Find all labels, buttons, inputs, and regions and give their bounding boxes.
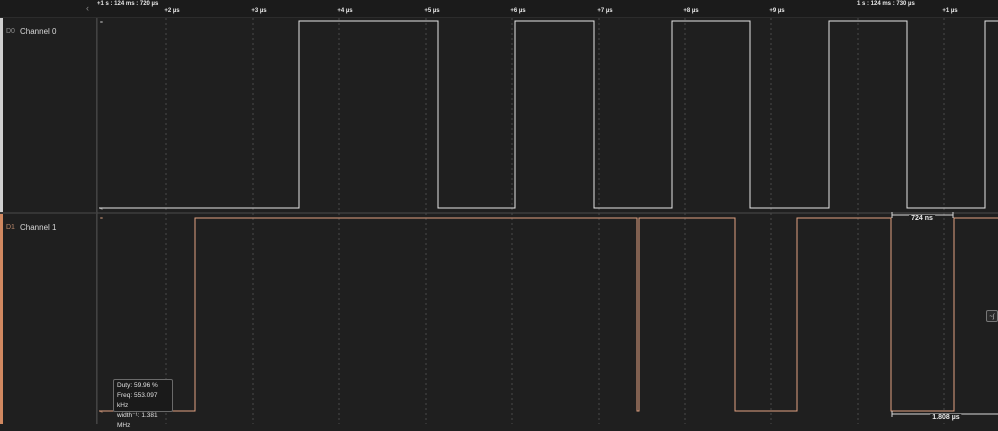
duty-value: Duty: 59.96 %	[117, 382, 158, 389]
width-value: width⁻¹: 1.381 MHz	[117, 412, 158, 429]
waveform-canvas[interactable]: = ~ = ~	[0, 0, 998, 424]
measurement-tooltip: Duty: 59.96 % Freq: 553.097 kHz width⁻¹:…	[113, 379, 173, 429]
period-label: 1.808 µs	[930, 414, 962, 421]
channel-1-waveform	[99, 217, 998, 412]
freq-value: Freq: 553.097 kHz	[117, 392, 158, 409]
pulse-width-label: 724 ns	[909, 215, 935, 222]
grid-lines	[165, 18, 945, 424]
channel-1-high-marker: =	[100, 216, 103, 222]
channel-1-low-marker: ~	[100, 410, 103, 416]
channel-0-high-marker: =	[100, 20, 103, 26]
channel-0-low-marker: ~	[100, 207, 103, 213]
channel-0-waveform	[99, 20, 998, 209]
measure-icon[interactable]: ~∫	[986, 310, 998, 322]
